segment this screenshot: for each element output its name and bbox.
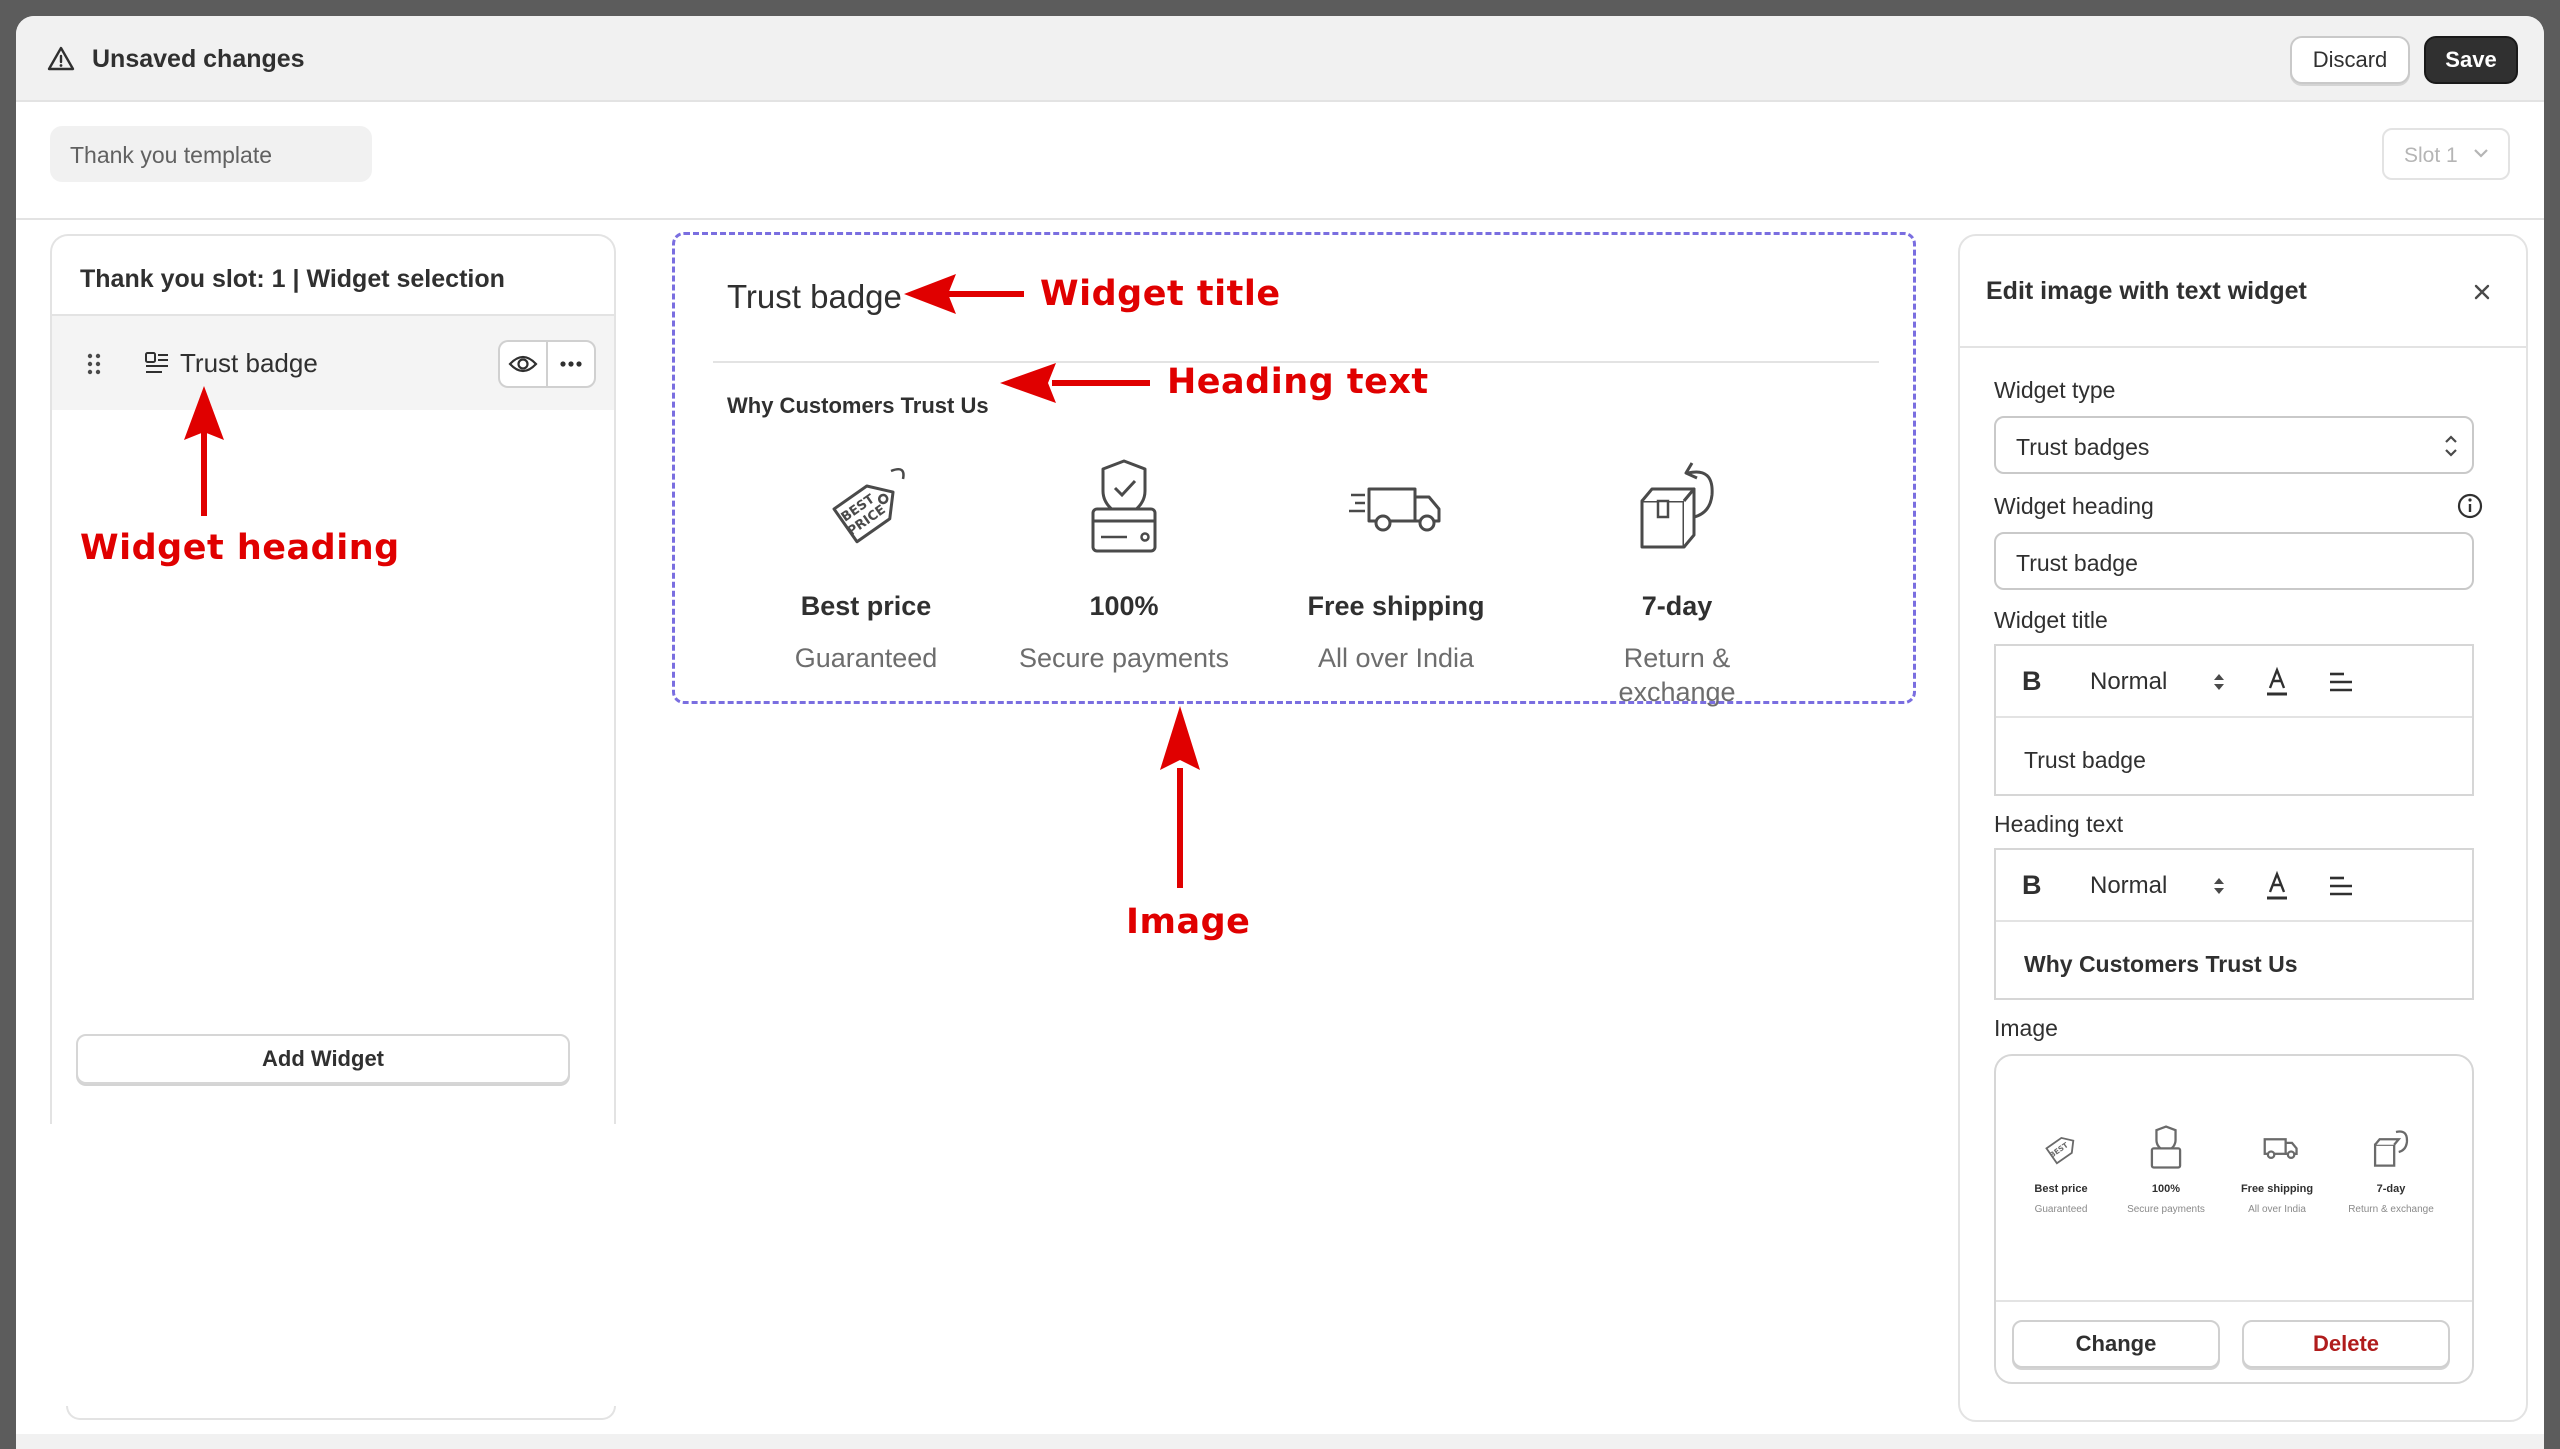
text-color-icon[interactable] (2264, 666, 2290, 698)
close-icon[interactable] (2472, 282, 2492, 302)
text-align-icon[interactable] (2328, 670, 2354, 694)
image-box-divider (1996, 1300, 2472, 1302)
edit-panel-header: Edit image with text widget (1960, 236, 2526, 348)
widget-type-select[interactable]: Trust badges (1994, 416, 2474, 474)
thumbnail-subtitle: All over India (2248, 1204, 2306, 1215)
bold-button[interactable]: B (2022, 870, 2042, 900)
heading-text-content: Why Customers Trust Us (2024, 951, 2298, 977)
widget-title-content: Trust badge (2024, 747, 2146, 773)
thumbnail-badge: 7-day Return & exchange (2336, 1122, 2446, 1216)
text-align-icon[interactable] (2328, 874, 2354, 898)
text-style-select[interactable]: Normal (2090, 872, 2167, 900)
heading-text-label: Heading text (1994, 811, 2124, 837)
widget-type-label: Widget type (1994, 377, 2116, 403)
change-image-button[interactable]: Change (2012, 1320, 2220, 1368)
info-icon[interactable] (2456, 492, 2484, 520)
thumbnail-badge: Free shipping All over India (2222, 1122, 2332, 1216)
select-updown-icon (2214, 674, 2224, 690)
widget-title-editor[interactable]: B Normal Trust badge (1994, 644, 2474, 796)
return-box-icon (2373, 1130, 2409, 1167)
image-label: Image (1994, 1015, 2058, 1041)
thumbnail-badge: BEST Best price Guaranteed (2006, 1122, 2116, 1216)
image-upload-box: BEST Best price Guaranteed 100% Secure p… (1994, 1054, 2474, 1384)
widget-type-value: Trust badges (2016, 434, 2150, 460)
thumbnail-badge: 100% Secure payments (2111, 1122, 2221, 1216)
price-tag-icon: BEST (2045, 1136, 2075, 1165)
thumbnail-subtitle: Return & exchange (2348, 1204, 2434, 1215)
editor-toolbar: B Normal (1996, 646, 2472, 718)
widget-heading-value: Trust badge (2016, 550, 2138, 576)
thumbnail-subtitle: Secure payments (2127, 1204, 2205, 1215)
thumbnail-title: 100% (2151, 1183, 2181, 1195)
widget-heading-label: Widget heading (1994, 493, 2154, 519)
annotation-image: Image (1126, 902, 1251, 942)
thumbnail-title: Free shipping (2240, 1183, 2314, 1195)
annotation-widget-heading: Widget heading (80, 528, 400, 568)
thumbnail-title: Best price (2034, 1183, 2088, 1195)
annotation-widget-title: Widget title (1040, 274, 1281, 314)
widget-heading-input[interactable]: Trust badge (1994, 532, 2474, 590)
heading-text-editor[interactable]: B Normal Why Customers Trust Us (1994, 848, 2474, 1000)
widget-title-label: Widget title (1994, 607, 2108, 633)
select-updown-icon (2445, 435, 2457, 457)
edit-panel-title: Edit image with text widget (1986, 277, 2307, 305)
annotation-heading-text: Heading text (1167, 362, 1429, 402)
modal: Unsaved changes Discard Save Thank you t… (16, 16, 2544, 1449)
delete-image-button[interactable]: Delete (2242, 1320, 2450, 1368)
select-updown-icon (2214, 878, 2224, 894)
secure-payment-icon (2150, 1125, 2182, 1169)
editor-toolbar: B Normal (1996, 850, 2472, 922)
bold-button[interactable]: B (2022, 666, 2042, 696)
thumbnail-subtitle: Guaranteed (2034, 1204, 2088, 1215)
text-color-icon[interactable] (2264, 870, 2290, 902)
edit-widget-panel: Edit image with text widget Widget type … (1958, 234, 2528, 1422)
delivery-truck-icon (2263, 1138, 2298, 1160)
text-style-select[interactable]: Normal (2090, 668, 2167, 696)
thumbnail-title: 7-day (2376, 1183, 2406, 1195)
